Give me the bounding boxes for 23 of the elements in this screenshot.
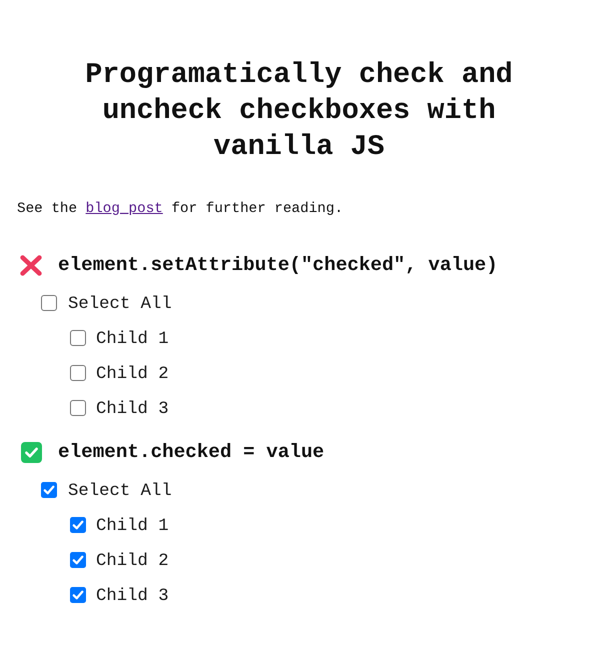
checkbox-label: Child 3 [96, 398, 169, 420]
checkbox-label: Child 2 [96, 550, 169, 572]
cross-icon [20, 254, 42, 276]
checkbox-label: Select All [68, 294, 172, 316]
checkbox[interactable] [70, 587, 86, 603]
checkbox[interactable] [70, 552, 86, 568]
checkbox-label: Child 1 [96, 516, 169, 538]
intro-text: See the blog_post for further reading. [17, 200, 344, 219]
section-heading: element.setAttribute("checked", value) [58, 253, 498, 277]
blog-post-link[interactable]: blog_post [86, 201, 163, 217]
checkbox-label: Child 1 [96, 328, 169, 350]
checkbox[interactable] [70, 330, 86, 346]
checkbox[interactable] [41, 482, 57, 498]
checkbox-label: Select All [68, 480, 172, 502]
checkbox[interactable] [70, 517, 86, 533]
checkbox[interactable] [41, 295, 57, 311]
checkmark-icon [21, 442, 42, 462]
page-title: Programatically check and uncheck checkboxes with vanilla JS [84, 57, 514, 165]
checkbox-label: Child 2 [96, 364, 169, 386]
checkbox-label: Child 3 [96, 586, 169, 608]
section-heading: element.checked = value [58, 440, 324, 464]
checkbox[interactable] [70, 400, 86, 416]
checkbox[interactable] [70, 365, 86, 381]
